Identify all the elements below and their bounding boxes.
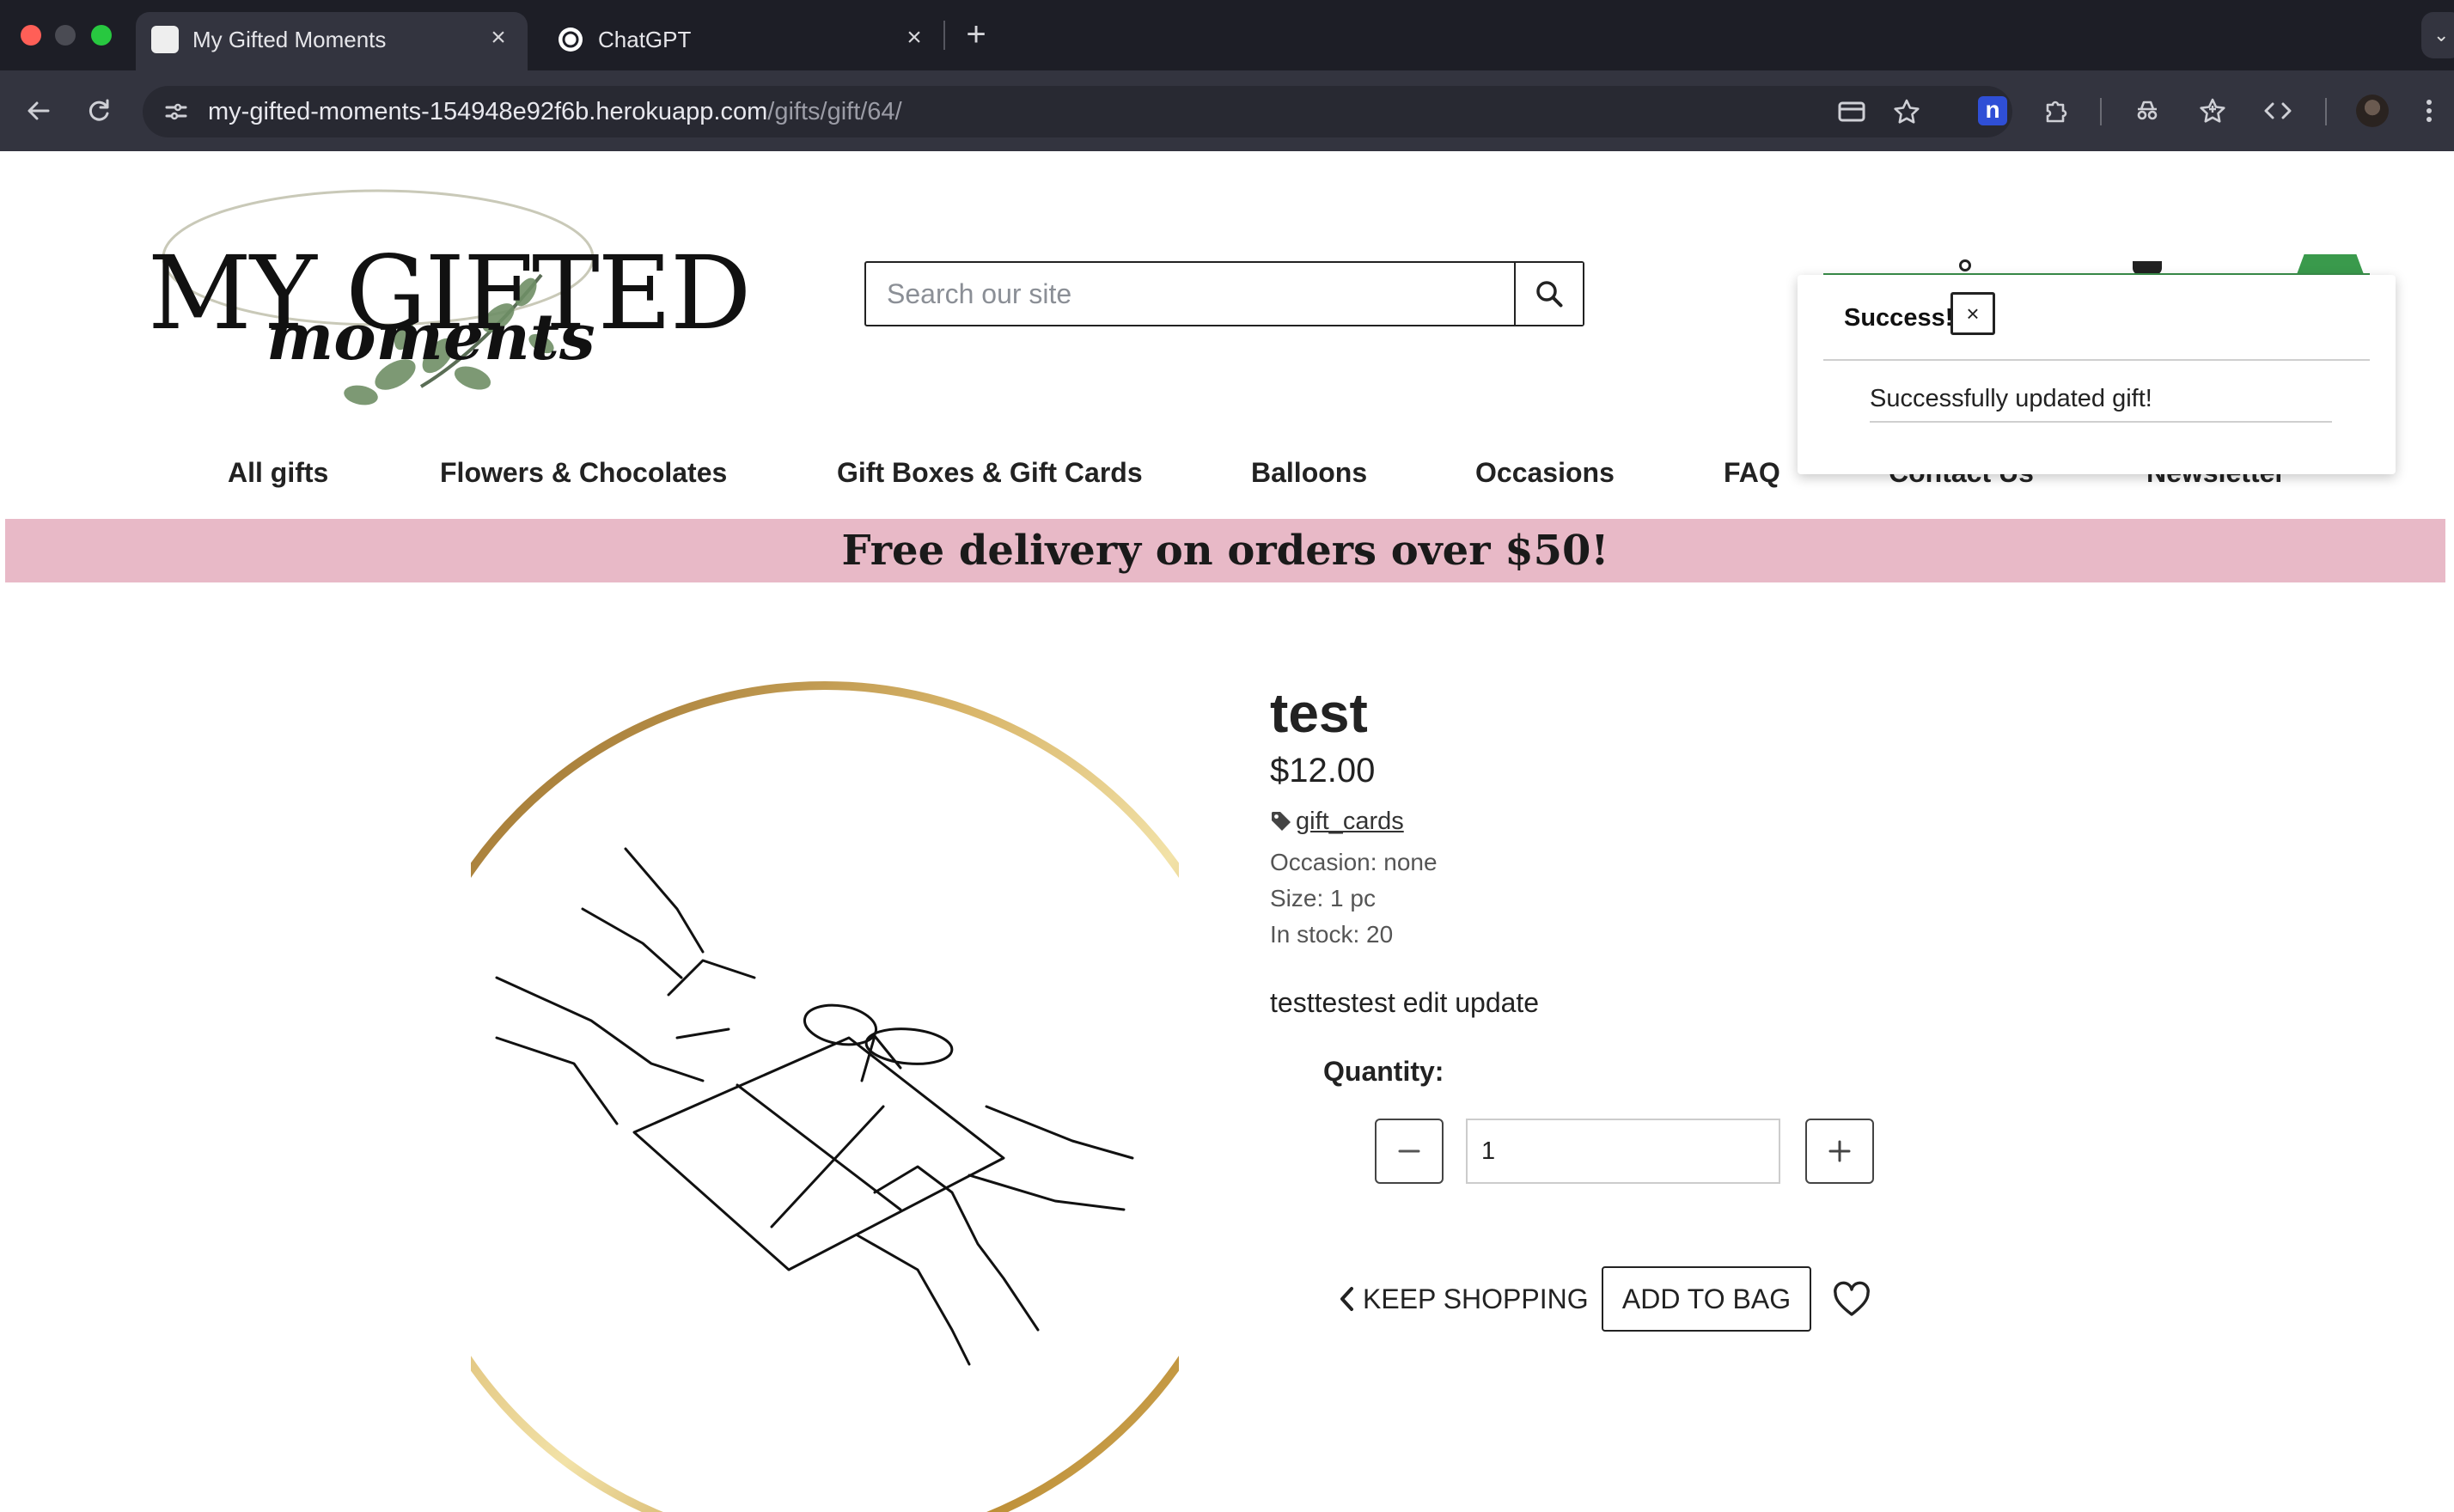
promo-banner: Free delivery on orders over $50! [5, 519, 2445, 582]
account-icon[interactable] [1959, 259, 1971, 271]
url-path: /gifts/gift/64/ [767, 98, 902, 125]
promo-text: Free delivery on orders over $50! [841, 527, 1609, 575]
nav-flowers-chocolates[interactable]: Flowers & Chocolates [440, 447, 727, 498]
card-payment-icon[interactable] [1832, 92, 1871, 131]
toast-title: Success! [1844, 304, 1954, 332]
toast-message-underline [1870, 421, 2332, 423]
nav-all-gifts[interactable]: All gifts [228, 447, 328, 498]
profile-avatar[interactable] [2353, 91, 2392, 131]
logo-text-script: moments [266, 301, 595, 375]
keep-shopping-link[interactable]: KEEP SHOPPING [1339, 1265, 1589, 1333]
increment-quantity-button[interactable] [1805, 1119, 1874, 1184]
search-icon [1535, 279, 1564, 308]
site-favicon-icon [151, 26, 179, 53]
bookmark-star-icon[interactable] [1887, 92, 1926, 131]
close-window-button[interactable] [21, 25, 41, 46]
minimize-window-button[interactable] [55, 25, 76, 46]
url-host: my-gifted-moments-154948e92f6b.herokuapp… [208, 98, 768, 125]
wishlist-heart-icon[interactable] [1832, 1280, 1871, 1320]
tag-icon [1270, 810, 1292, 832]
product-image [471, 677, 1179, 1512]
site-settings-icon[interactable] [156, 92, 196, 131]
tab-my-gifted-moments[interactable]: My Gifted Moments × [136, 12, 528, 70]
toolbar-separator [2325, 98, 2327, 125]
reading-list-star-icon[interactable] [2193, 91, 2232, 131]
back-arrow-icon[interactable] [19, 91, 58, 131]
product-size: Size: 1 pc [1270, 885, 1376, 911]
toolbar-separator [2100, 98, 2102, 125]
url-text: my-gifted-moments-154948e92f6b.herokuapp… [208, 96, 902, 127]
close-tab-icon[interactable]: × [899, 22, 930, 53]
browser-toolbar: my-gifted-moments-154948e92f6b.herokuapp… [0, 70, 2454, 151]
quantity-input[interactable] [1466, 1119, 1780, 1184]
decrement-quantity-button[interactable] [1375, 1119, 1444, 1184]
tab-title: My Gifted Moments [192, 27, 387, 52]
browser-menu-icon[interactable] [2416, 91, 2442, 131]
quantity-label: Quantity: [1323, 1056, 1444, 1087]
tab-title: ChatGPT [598, 27, 692, 52]
search-input[interactable] [866, 263, 1514, 325]
minus-icon [1396, 1138, 1422, 1164]
product-description: testtestest edit update [1270, 987, 1540, 1018]
toast-divider [1823, 359, 2370, 361]
reload-icon[interactable] [79, 91, 119, 131]
product-name: test [1270, 682, 1368, 744]
close-tab-icon[interactable]: × [483, 22, 514, 53]
browser-tab-bar: My Gifted Moments × ChatGPT × + ⌄ [0, 0, 2454, 70]
devtools-code-icon[interactable] [2258, 91, 2298, 131]
plus-icon [1827, 1138, 1853, 1164]
address-bar[interactable]: my-gifted-moments-154948e92f6b.herokuapp… [143, 86, 2012, 137]
nav-occasions[interactable]: Occasions [1475, 447, 1615, 498]
site-logo[interactable]: MY GIFTED moments [137, 172, 751, 430]
product-category: gift_cards [1270, 804, 1404, 838]
success-toast: Success! × Successfully updated gift! [1798, 275, 2396, 474]
tab-separator [943, 21, 945, 50]
nav-gift-boxes-gift-cards[interactable]: Gift Boxes & Gift Cards [837, 447, 1143, 498]
toast-message: Successfully updated gift! [1870, 385, 2152, 412]
product-stock: In stock: 20 [1270, 921, 1394, 948]
search-button[interactable] [1514, 263, 1583, 325]
product-price: $12.00 [1270, 752, 1376, 790]
nav-balloons[interactable]: Balloons [1251, 447, 1367, 498]
nav-faq[interactable]: FAQ [1724, 447, 1780, 498]
extension-n-icon[interactable]: n [1973, 91, 2012, 131]
extensions-puzzle-icon[interactable] [2036, 91, 2076, 131]
chevron-left-icon [1339, 1286, 1354, 1312]
keep-shopping-label: KEEP SHOPPING [1363, 1283, 1589, 1314]
toast-close-button[interactable]: × [1950, 292, 1995, 335]
maximize-window-button[interactable] [91, 25, 112, 46]
chatgpt-favicon-icon [557, 26, 584, 53]
tab-list-chevron-icon[interactable]: ⌄ [2421, 12, 2454, 58]
new-tab-button[interactable]: + [959, 15, 993, 53]
product-occasion: Occasion: none [1270, 849, 1438, 875]
site-search-form [864, 261, 1584, 326]
incognito-icon[interactable] [2127, 91, 2167, 131]
category-link[interactable]: gift_cards [1296, 808, 1404, 836]
tab-chatgpt[interactable]: ChatGPT × [541, 12, 937, 70]
add-to-bag-button[interactable]: ADD TO BAG [1602, 1266, 1811, 1332]
